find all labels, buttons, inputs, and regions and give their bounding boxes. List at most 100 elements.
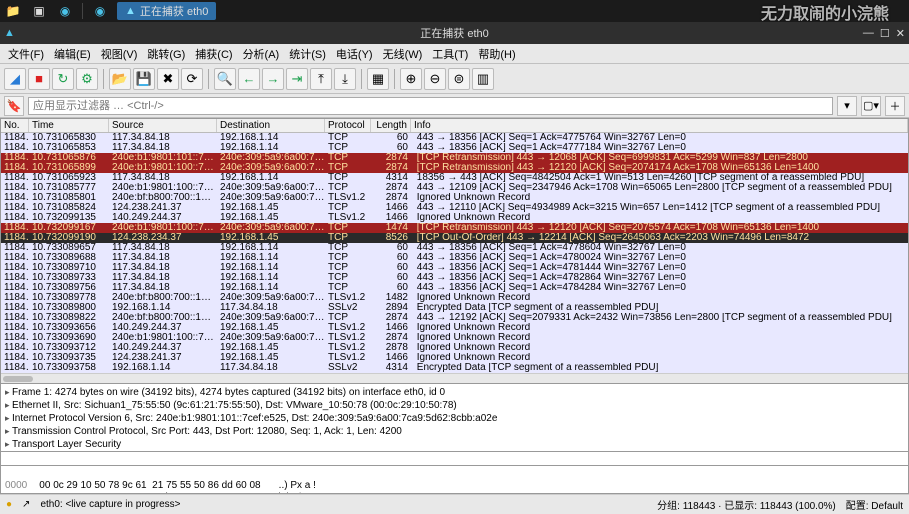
packet-row[interactable]: 1184…10.733089710117.34.84.18192.168.1.1…: [1, 263, 908, 273]
menu-analyze[interactable]: 分析(A): [239, 44, 284, 64]
filter-bar: 🔖 ▾ ▢▾ ＋: [0, 94, 909, 118]
maximize-button[interactable]: ☐: [880, 27, 890, 40]
packet-row[interactable]: 1184…10.733089756117.34.84.18192.168.1.1…: [1, 283, 908, 293]
window-title: 正在捕获 eth0: [420, 25, 488, 41]
col-destination[interactable]: Destination: [217, 119, 325, 132]
menu-help[interactable]: 帮助(H): [474, 44, 519, 64]
zoom-out-button[interactable]: ⊖: [424, 68, 446, 90]
close-button[interactable]: ✕: [896, 27, 905, 40]
packet-details-pane[interactable]: Frame 1: 4274 bytes on wire (34192 bits)…: [0, 384, 909, 452]
terminal-icon[interactable]: ▣: [30, 3, 48, 19]
packet-row[interactable]: 1184…10.733089733117.34.84.18192.168.1.1…: [1, 273, 908, 283]
capture-warning-icon[interactable]: ↗: [22, 499, 30, 510]
packet-row[interactable]: 1184…10.733089778240e:bf:b800:700::1…240…: [1, 293, 908, 303]
tree-item[interactable]: Frame 1: 4274 bytes on wire (34192 bits)…: [5, 386, 904, 399]
capture-options-button[interactable]: ⚙: [76, 68, 98, 90]
menu-view[interactable]: 视图(V): [97, 44, 142, 64]
bookmark-filter-icon[interactable]: 🔖: [4, 96, 24, 116]
packet-row[interactable]: 1184…10.731065923117.34.84.18192.168.1.1…: [1, 173, 908, 183]
col-length[interactable]: Length: [371, 119, 411, 132]
packet-row[interactable]: 1184…10.731065853117.34.84.18192.168.1.1…: [1, 143, 908, 153]
display-filter-input[interactable]: [28, 97, 833, 115]
packet-bytes-pane[interactable]: 0000 00 0c 29 10 50 78 9c 61 21 75 55 50…: [0, 466, 909, 494]
go-to-packet-button[interactable]: ⇥: [286, 68, 308, 90]
packet-row[interactable]: 1184…10.733089688117.34.84.18192.168.1.1…: [1, 253, 908, 263]
menu-tel[interactable]: 电话(Y): [332, 44, 377, 64]
auto-scroll-button[interactable]: ▦: [367, 68, 389, 90]
filter-add-button[interactable]: ＋: [885, 96, 905, 116]
packet-row[interactable]: 1184…10.731085777240e:b1:9801:100::7…240…: [1, 183, 908, 193]
go-forward-button[interactable]: →: [262, 68, 284, 90]
main-toolbar: ◢ ■ ↻ ⚙ 📂 💾 ✖ ⟳ 🔍 ← → ⇥ ⤒ ⤓ ▦ ⊕ ⊖ ⊜ ▥: [0, 64, 909, 94]
col-no[interactable]: No.: [1, 119, 29, 132]
col-time[interactable]: Time: [29, 119, 109, 132]
menu-tools[interactable]: 工具(T): [428, 44, 472, 64]
horizontal-scrollbar[interactable]: [1, 373, 908, 383]
menu-edit[interactable]: 编辑(E): [50, 44, 95, 64]
save-file-button[interactable]: 💾: [133, 68, 155, 90]
packet-row[interactable]: 1184…10.733093690240e:b1:9801:100::7…240…: [1, 333, 908, 343]
packet-row[interactable]: 1184…10.733089822240e:bf:b800:700::1…240…: [1, 313, 908, 323]
packet-list-pane[interactable]: No. Time Source Destination Protocol Len…: [0, 118, 909, 384]
packet-row[interactable]: 1184…10.733089657117.34.84.18192.168.1.1…: [1, 243, 908, 253]
packet-row[interactable]: 1184…10.731065876240e:b1:9801:101::7…240…: [1, 153, 908, 163]
packet-list-body[interactable]: 1184…10.731065830117.34.84.18192.168.1.1…: [1, 133, 908, 373]
places-icon[interactable]: 📁: [4, 3, 22, 19]
packet-row[interactable]: 1184…10.731085801240e:bf:b800:700::1…240…: [1, 193, 908, 203]
packet-row[interactable]: 1184…10.733093758192.168.1.14117.34.84.1…: [1, 363, 908, 373]
app-icon[interactable]: ◉: [91, 3, 109, 19]
zoom-reset-button[interactable]: ⊜: [448, 68, 470, 90]
tree-item[interactable]: Internet Protocol Version 6, Src: 240e:b…: [5, 412, 904, 425]
menu-file[interactable]: 文件(F): [4, 44, 48, 64]
wireshark-icon[interactable]: ◉: [56, 3, 74, 19]
packet-row[interactable]: 1184…10.733093656140.249.244.37192.168.1…: [1, 323, 908, 333]
packet-row[interactable]: 1184…10.732099167240e:b1:9801:100::7…240…: [1, 223, 908, 233]
app-fin-icon: ▲: [125, 5, 136, 17]
packet-row[interactable]: 1184…10.733089800192.168.1.14117.34.84.1…: [1, 303, 908, 313]
hex-ascii: ..) Px a !: [279, 480, 316, 491]
open-file-button[interactable]: 📂: [109, 68, 131, 90]
filter-dropdown-button[interactable]: ▾: [837, 96, 857, 116]
packet-row[interactable]: 1184…10.731085824124.238.241.37192.168.1…: [1, 203, 908, 213]
menu-wireless[interactable]: 无线(W): [379, 44, 427, 64]
menubar: 文件(F) 编辑(E) 视图(V) 跳转(G) 捕获(C) 分析(A) 统计(S…: [0, 44, 909, 64]
col-source[interactable]: Source: [109, 119, 217, 132]
filter-expression-button[interactable]: ▢▾: [861, 96, 881, 116]
packet-list-header[interactable]: No. Time Source Destination Protocol Len…: [1, 119, 908, 133]
system-taskbar: 📁 ▣ ◉ ◉ ▲ 正在捕获 eth0 无力取闹的小浣熊: [0, 0, 909, 22]
hex-offset: 0000: [5, 480, 27, 491]
go-first-button[interactable]: ⤒: [310, 68, 332, 90]
packet-row[interactable]: 1184…10.731065830117.34.84.18192.168.1.1…: [1, 133, 908, 143]
minimize-button[interactable]: —: [863, 27, 874, 40]
tree-item[interactable]: Transmission Control Protocol, Src Port:…: [5, 425, 904, 438]
status-profile[interactable]: 配置: Default: [846, 497, 903, 512]
close-file-button[interactable]: ✖: [157, 68, 179, 90]
menu-go[interactable]: 跳转(G): [143, 44, 189, 64]
status-packet-count: 分组: 118443 · 已显示: 118443 (100.0%): [657, 497, 836, 512]
find-button[interactable]: 🔍: [214, 68, 236, 90]
packet-row[interactable]: 1184…10.732099190124.238.234.37192.168.1…: [1, 233, 908, 243]
expert-info-icon[interactable]: ●: [6, 499, 12, 510]
packet-row[interactable]: 1184…10.733093712140.249.244.37192.168.1…: [1, 343, 908, 353]
start-capture-button[interactable]: ◢: [4, 68, 26, 90]
menu-stats[interactable]: 统计(S): [285, 44, 330, 64]
reload-button[interactable]: ⟳: [181, 68, 203, 90]
resize-columns-button[interactable]: ▥: [472, 68, 494, 90]
packet-row[interactable]: 1184…10.733093735124.238.241.37192.168.1…: [1, 353, 908, 363]
go-back-button[interactable]: ←: [238, 68, 260, 90]
zoom-in-button[interactable]: ⊕: [400, 68, 422, 90]
packet-row[interactable]: 1184…10.731065899240e:b1:9801:100::7…240…: [1, 163, 908, 173]
stop-capture-button[interactable]: ■: [28, 68, 50, 90]
col-protocol[interactable]: Protocol: [325, 119, 371, 132]
menu-capture[interactable]: 捕获(C): [191, 44, 236, 64]
col-info[interactable]: Info: [411, 119, 908, 132]
tree-item[interactable]: Ethernet II, Src: Sichuan1_75:55:50 (9c:…: [5, 399, 904, 412]
restart-capture-button[interactable]: ↻: [52, 68, 74, 90]
taskbar-active-app[interactable]: ▲ 正在捕获 eth0: [117, 2, 216, 20]
packet-row[interactable]: 1184…10.732099135140.249.244.37192.168.1…: [1, 213, 908, 223]
tree-item[interactable]: Transport Layer Security: [5, 438, 904, 451]
spacer-pane: [0, 452, 909, 466]
titlebar-app-icon: ▲: [4, 27, 15, 39]
go-last-button[interactable]: ⤓: [334, 68, 356, 90]
status-capture-label: eth0: <live capture in progress>: [40, 499, 180, 510]
